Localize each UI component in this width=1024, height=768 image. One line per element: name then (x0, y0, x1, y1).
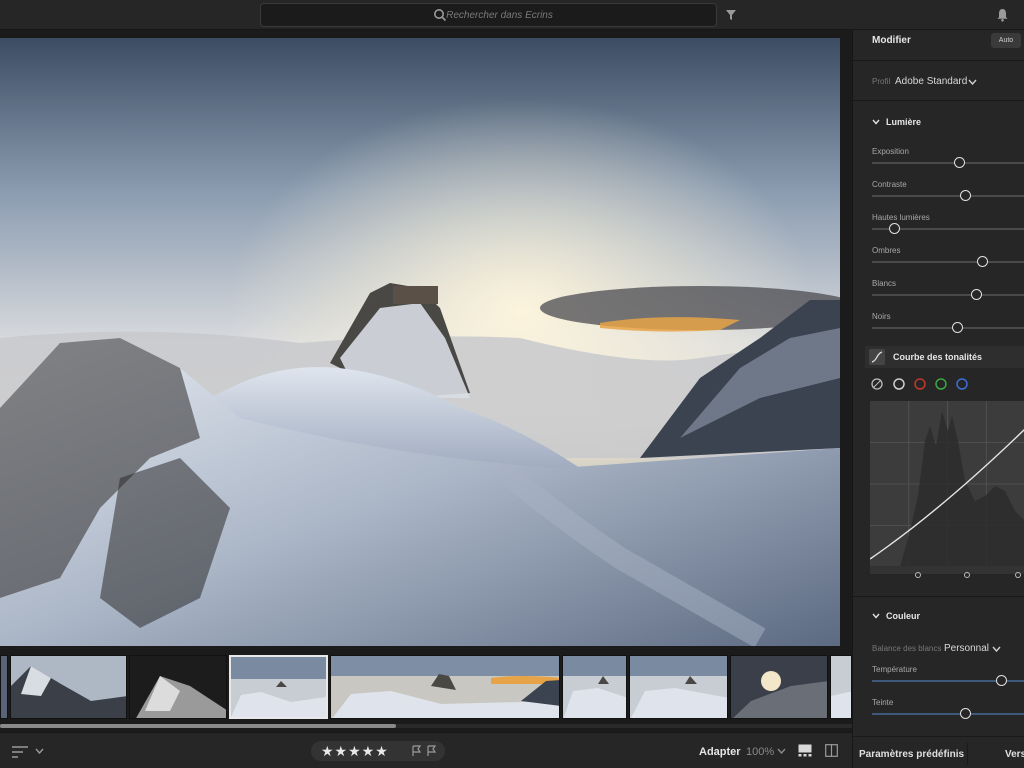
filmstrip-view-icon[interactable] (798, 744, 812, 757)
color-section-label: Couleur (886, 611, 921, 621)
slider-label: Exposition (872, 147, 909, 156)
divider (967, 743, 968, 765)
top-bar: Rechercher dans Ecrins (0, 0, 1024, 30)
thumbnail[interactable] (129, 655, 227, 719)
search-placeholder: Rechercher dans Ecrins (446, 10, 553, 21)
slider-handle[interactable] (951, 322, 963, 333)
bottom-tabs: Paramètres prédéfinis Versi (853, 736, 1024, 768)
histogram (900, 411, 1024, 567)
curve-channel-selector (871, 378, 971, 397)
thumbnail[interactable] (730, 655, 828, 719)
slider-label: Noirs (872, 312, 891, 321)
slider-track[interactable] (872, 327, 1024, 329)
main-photo[interactable] (0, 38, 840, 646)
slider-handle[interactable] (971, 289, 983, 300)
point-curve-channel[interactable] (871, 378, 883, 390)
bottom-bar: ★★★★★ Adapter 100% (0, 732, 852, 768)
divider (853, 596, 1024, 597)
tone-curve-title: Courbe des tonalités (893, 352, 983, 362)
divider (853, 60, 1024, 61)
slider-handle[interactable] (995, 675, 1007, 686)
slider-label: Teinte (872, 698, 894, 707)
slider-handle[interactable] (960, 708, 972, 719)
slider-handle[interactable] (977, 256, 989, 267)
slider-label: Température (872, 665, 917, 674)
slider-handle[interactable] (889, 223, 901, 234)
slider-handle[interactable] (960, 190, 972, 201)
slider-track[interactable] (872, 713, 1024, 715)
compare-view-icon[interactable] (825, 744, 838, 757)
slider-handle[interactable] (954, 157, 966, 168)
thumbnail[interactable] (0, 655, 8, 719)
slider-label: Ombres (872, 246, 901, 255)
thumbnail[interactable] (562, 655, 627, 719)
tone-curve-icon (869, 349, 885, 365)
filmstrip-scrollbar-thumb[interactable] (0, 724, 396, 728)
tone-curve-graph[interactable] (869, 401, 1024, 567)
chevron-down-icon[interactable] (968, 79, 977, 85)
fit-button[interactable]: Adapter (699, 746, 741, 758)
slider-label: Hautes lumières (872, 213, 930, 222)
bell-icon[interactable] (996, 8, 1009, 22)
profile-label: Profil (872, 77, 891, 86)
star-rating[interactable]: ★★★★★ (321, 743, 389, 760)
slider-label: Contraste (872, 180, 907, 189)
filter-icon[interactable] (725, 9, 737, 21)
chevron-down-icon[interactable] (992, 646, 1001, 652)
slider-track[interactable] (872, 261, 1024, 263)
chevron-down-icon (872, 119, 880, 125)
thumbnail-selected[interactable] (229, 655, 328, 719)
slider-track[interactable] (872, 162, 1024, 164)
sort-icon[interactable] (12, 746, 28, 758)
filmstrip (0, 650, 852, 732)
slider-track[interactable] (872, 195, 1024, 197)
blue-channel[interactable] (956, 378, 968, 390)
rgb-channel[interactable] (893, 378, 905, 390)
thumbnail[interactable] (330, 655, 560, 719)
edit-panel-title: Modifier (872, 35, 911, 46)
light-section-label: Lumière (886, 117, 922, 127)
curve-region-bar[interactable] (870, 566, 1024, 578)
presets-button[interactable]: Paramètres prédéfinis (859, 749, 964, 760)
tone-curve-header[interactable]: Courbe des tonalités (865, 346, 1024, 368)
flag-icon[interactable] (411, 745, 439, 757)
auto-button[interactable]: Auto (991, 33, 1021, 48)
versions-button[interactable]: Versi (1005, 749, 1024, 760)
chevron-down-icon[interactable] (35, 748, 44, 754)
red-channel[interactable] (914, 378, 926, 390)
light-section-header[interactable]: Lumière (872, 117, 921, 127)
color-section-header[interactable]: Couleur (872, 611, 920, 621)
rating-bar: ★★★★★ (311, 741, 445, 761)
chevron-down-icon (872, 613, 880, 619)
wb-dropdown[interactable]: Personnal (944, 643, 989, 654)
slider-track[interactable] (872, 294, 1024, 296)
wb-label: Balance des blancs (872, 644, 942, 653)
photo-viewer (0, 30, 852, 650)
zoom-level[interactable]: 100% (746, 746, 774, 758)
green-channel[interactable] (935, 378, 947, 390)
profile-dropdown[interactable]: Adobe Standard (895, 76, 967, 87)
thumbnail[interactable] (830, 655, 852, 719)
edit-panel: Modifier Auto Profil Adobe Standard Lumi… (852, 30, 1024, 768)
chevron-down-icon[interactable] (777, 748, 786, 754)
search-input[interactable]: Rechercher dans Ecrins (260, 3, 717, 27)
thumbnail[interactable] (629, 655, 728, 719)
thumbnail[interactable] (10, 655, 127, 719)
divider (853, 100, 1024, 101)
slider-label: Blancs (872, 279, 897, 288)
